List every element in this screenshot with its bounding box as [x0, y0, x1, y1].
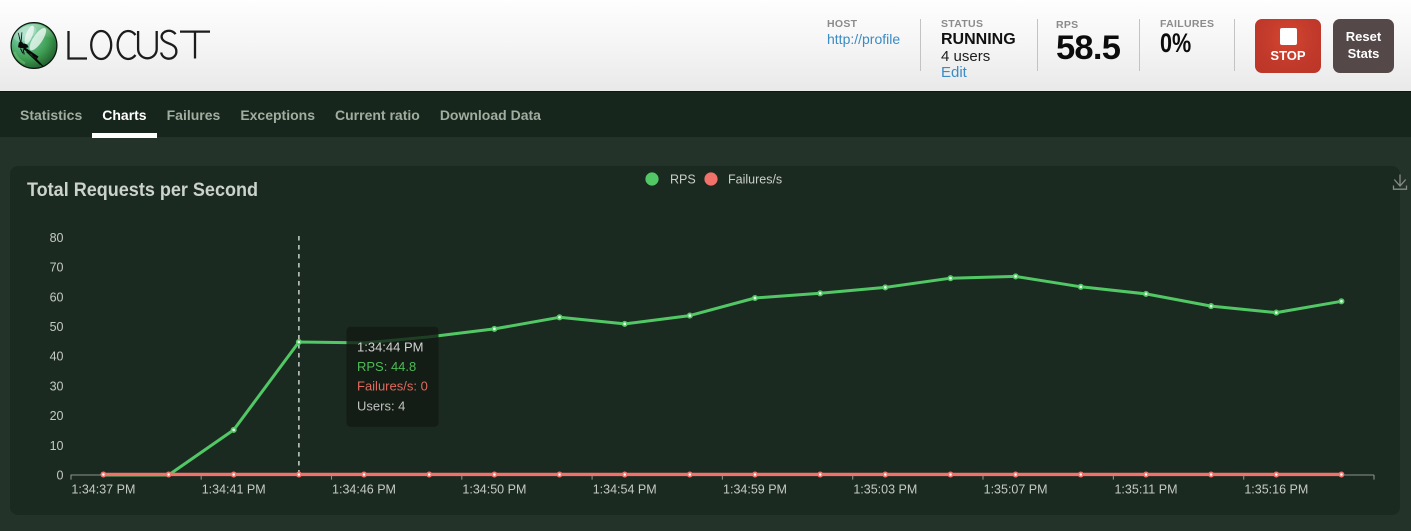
svg-text:Users: 4: Users: 4: [357, 398, 405, 413]
svg-text:1:34:46 PM: 1:34:46 PM: [332, 483, 396, 497]
svg-text:1:35:03 PM: 1:35:03 PM: [853, 483, 917, 497]
svg-text:1:34:54 PM: 1:34:54 PM: [593, 483, 657, 497]
svg-text:80: 80: [50, 231, 64, 245]
svg-text:1:34:37 PM: 1:34:37 PM: [71, 483, 135, 497]
svg-text:1:34:41 PM: 1:34:41 PM: [202, 483, 266, 497]
svg-text:1:34:44 PM: 1:34:44 PM: [357, 339, 424, 354]
svg-text:10: 10: [50, 439, 64, 453]
svg-text:30: 30: [50, 379, 64, 393]
svg-text:0: 0: [57, 468, 64, 482]
svg-text:1:34:50 PM: 1:34:50 PM: [462, 483, 526, 497]
svg-text:RPS: 44.8: RPS: 44.8: [357, 359, 416, 374]
svg-text:RPS: RPS: [670, 173, 696, 187]
svg-text:1:35:11 PM: 1:35:11 PM: [1114, 483, 1177, 497]
svg-text:20: 20: [50, 409, 64, 423]
svg-text:60: 60: [50, 290, 64, 304]
svg-text:1:35:07 PM: 1:35:07 PM: [984, 483, 1048, 497]
svg-text:Failures/s: 0: Failures/s: 0: [357, 379, 428, 394]
svg-text:70: 70: [50, 261, 64, 275]
svg-text:1:34:59 PM: 1:34:59 PM: [723, 483, 787, 497]
svg-text:Total Requests per Second: Total Requests per Second: [27, 179, 258, 201]
svg-text:40: 40: [50, 350, 64, 364]
svg-text:50: 50: [50, 320, 64, 334]
svg-text:Failures/s: Failures/s: [728, 173, 782, 187]
svg-text:1:35:16 PM: 1:35:16 PM: [1244, 483, 1308, 497]
